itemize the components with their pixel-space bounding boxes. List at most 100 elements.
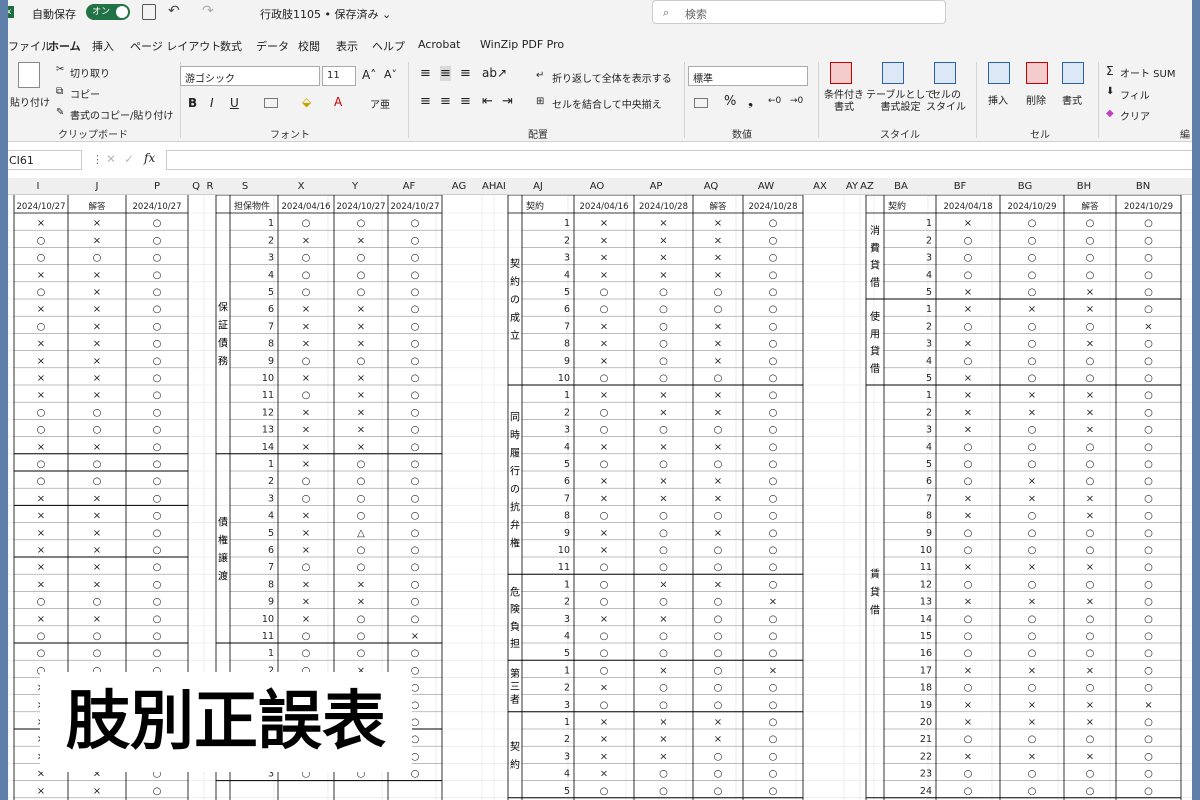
table-format-icon[interactable] bbox=[882, 62, 904, 84]
tab-5[interactable]: データ bbox=[256, 38, 289, 54]
fill-color-icon[interactable]: ⬙ bbox=[302, 95, 311, 109]
fill-button[interactable]: フィル bbox=[1120, 87, 1150, 102]
column-header-AW[interactable]: AW bbox=[736, 181, 796, 192]
merge-icon[interactable]: ⊞ bbox=[536, 96, 544, 107]
column-header-AY[interactable]: AY bbox=[844, 181, 860, 192]
border-icon[interactable] bbox=[264, 98, 278, 108]
format-painter-icon[interactable]: ✎ bbox=[56, 107, 64, 118]
italic-button[interactable]: I bbox=[210, 96, 214, 110]
tab-8[interactable]: ヘルプ bbox=[372, 38, 405, 54]
font-size-select[interactable]: 11 bbox=[322, 66, 356, 86]
column-header-P[interactable]: P bbox=[126, 181, 188, 192]
formula-input[interactable] bbox=[166, 150, 1192, 170]
column-header-AQ[interactable]: AQ bbox=[686, 181, 736, 192]
conditional-format-button[interactable]: 条件付き 書式 bbox=[824, 90, 864, 114]
merge-center-button[interactable]: セルを結合して中央揃え bbox=[552, 96, 662, 111]
wrap-text-icon[interactable]: ↵ bbox=[536, 70, 544, 81]
tab-9[interactable]: Acrobat bbox=[418, 38, 460, 51]
align-top-icon[interactable]: ≡ bbox=[420, 66, 431, 81]
paste-button[interactable]: 貼り付け bbox=[10, 94, 50, 109]
column-header-X[interactable]: X bbox=[274, 181, 328, 192]
fill-icon[interactable]: ⬇ bbox=[1106, 86, 1114, 97]
paste-icon[interactable] bbox=[18, 62, 40, 88]
autosum-button[interactable]: オート SUM bbox=[1120, 65, 1175, 80]
column-header-AF[interactable]: AF bbox=[382, 181, 436, 192]
column-header-BG[interactable]: BG bbox=[992, 181, 1058, 192]
table-format-button[interactable]: テーブルとして 書式設定 bbox=[866, 90, 935, 114]
column-header-Y[interactable]: Y bbox=[328, 181, 382, 192]
number-format-select[interactable]: 標準 bbox=[688, 66, 808, 86]
align-bottom-icon[interactable]: ≡ bbox=[460, 66, 471, 81]
column-header-AZ[interactable]: AZ bbox=[860, 181, 874, 192]
column-header-AH[interactable]: AH bbox=[482, 181, 496, 192]
cut-button[interactable]: 切り取り bbox=[70, 65, 110, 80]
column-header-AO[interactable]: AO bbox=[568, 181, 626, 192]
cell-style-button[interactable]: セルの スタイル bbox=[926, 90, 966, 114]
font-color-icon[interactable]: A bbox=[334, 95, 342, 109]
column-header-BA[interactable]: BA bbox=[874, 181, 928, 192]
increase-decimal-icon[interactable]: ←0 bbox=[768, 96, 781, 106]
format-painter-button[interactable]: 書式のコピー/貼り付け bbox=[70, 107, 173, 122]
shrink-font-icon[interactable]: A˅ bbox=[384, 68, 397, 81]
column-header-AI[interactable]: AI bbox=[494, 181, 508, 192]
column-header-AP[interactable]: AP bbox=[626, 181, 686, 192]
font-name-select[interactable]: 游ゴシック bbox=[180, 66, 320, 86]
search-box[interactable]: ⌕ 検索 bbox=[652, 0, 946, 24]
tab-0[interactable]: ファイル bbox=[8, 38, 52, 54]
column-header-AG[interactable]: AG bbox=[436, 181, 482, 192]
underline-button[interactable]: U bbox=[230, 96, 239, 110]
column-header-I[interactable]: I bbox=[8, 181, 68, 192]
enter-icon[interactable]: ✓ bbox=[124, 152, 134, 166]
copy-icon[interactable]: ⧉ bbox=[56, 86, 63, 97]
column-header-BN[interactable]: BN bbox=[1110, 181, 1176, 192]
autosum-icon[interactable]: Σ bbox=[1106, 64, 1114, 78]
decrease-indent-icon[interactable]: ⇤ bbox=[482, 94, 493, 109]
comma-button[interactable]: ❟ bbox=[748, 94, 753, 109]
tab-2[interactable]: 挿入 bbox=[92, 38, 114, 54]
column-header-S[interactable]: S bbox=[216, 181, 274, 192]
align-center-icon[interactable]: ≡ bbox=[440, 94, 451, 109]
increase-indent-icon[interactable]: ⇥ bbox=[502, 94, 513, 109]
clear-icon[interactable]: ◆ bbox=[1106, 108, 1114, 119]
format-button[interactable]: 書式 bbox=[1062, 92, 1082, 107]
cell-style-icon[interactable] bbox=[934, 62, 956, 84]
grow-font-icon[interactable]: A˄ bbox=[362, 68, 376, 82]
autosave-toggle[interactable]: オン bbox=[86, 4, 130, 20]
save-icon[interactable] bbox=[142, 4, 156, 20]
tab-3[interactable]: ページ レイアウト bbox=[130, 38, 221, 54]
copy-button[interactable]: コピー bbox=[70, 86, 100, 101]
tab-10[interactable]: WinZip PDF Pro bbox=[480, 38, 564, 51]
document-title[interactable]: 行政肢1105 • 保存済み ⌄ bbox=[260, 6, 391, 22]
phonetic-icon[interactable]: ア亜 bbox=[370, 96, 390, 111]
tab-1[interactable]: ホーム bbox=[48, 38, 81, 59]
column-header-BH[interactable]: BH bbox=[1058, 181, 1110, 192]
column-header-J[interactable]: J bbox=[68, 181, 126, 192]
cut-icon[interactable]: ✂ bbox=[56, 64, 64, 75]
align-middle-icon[interactable]: ≡ bbox=[440, 66, 451, 81]
conditional-format-icon[interactable] bbox=[830, 62, 852, 84]
column-header-AJ[interactable]: AJ bbox=[508, 181, 568, 192]
bold-button[interactable]: B bbox=[188, 96, 197, 110]
align-right-icon[interactable]: ≡ bbox=[460, 94, 471, 109]
insert-button[interactable]: 挿入 bbox=[988, 92, 1008, 107]
cancel-icon[interactable]: ✕ bbox=[106, 152, 116, 166]
align-left-icon[interactable]: ≡ bbox=[420, 94, 431, 109]
column-header-AX[interactable]: AX bbox=[796, 181, 844, 192]
tab-7[interactable]: 表示 bbox=[336, 38, 358, 54]
name-box[interactable]: CI61 bbox=[8, 150, 82, 170]
delete-cells-icon[interactable] bbox=[1026, 62, 1048, 84]
column-header-R[interactable]: R bbox=[204, 181, 216, 192]
orientation-icon[interactable]: ab↗ bbox=[482, 66, 507, 80]
redo-icon[interactable]: ↷ bbox=[202, 3, 214, 19]
insert-function-button[interactable]: fx bbox=[144, 151, 155, 165]
clear-button[interactable]: クリア bbox=[1120, 108, 1150, 123]
column-header-Q[interactable]: Q bbox=[188, 181, 204, 192]
tab-4[interactable]: 数式 bbox=[220, 38, 242, 54]
tab-6[interactable]: 校閲 bbox=[298, 38, 320, 54]
column-header-BF[interactable]: BF bbox=[928, 181, 992, 192]
insert-cells-icon[interactable] bbox=[988, 62, 1010, 84]
wrap-text-button[interactable]: 折り返して全体を表示する bbox=[552, 70, 672, 85]
undo-icon[interactable]: ↶ bbox=[168, 3, 180, 19]
decrease-decimal-icon[interactable]: →0 bbox=[790, 96, 803, 106]
delete-button[interactable]: 削除 bbox=[1026, 92, 1046, 107]
